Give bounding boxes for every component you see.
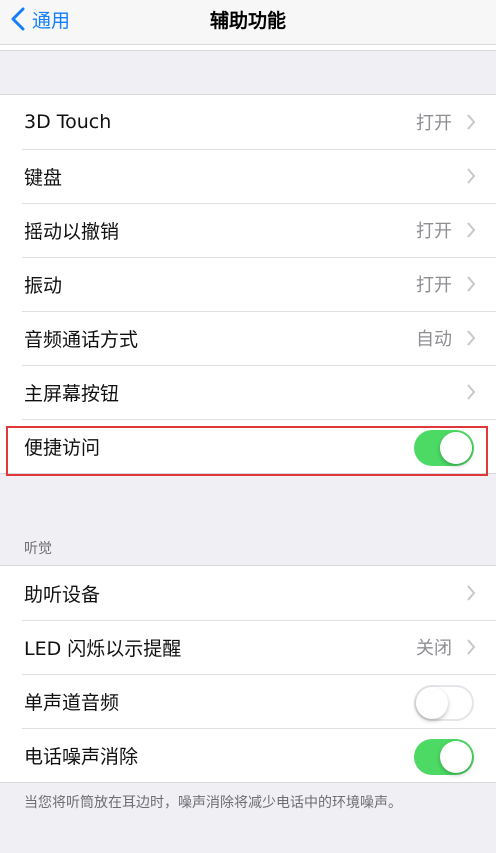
page-title: 辅助功能 [209, 10, 286, 32]
row-shake-to-undo[interactable]: 摇动以撤销 打开 [0, 203, 496, 257]
row-keyboard[interactable]: 键盘 [0, 149, 496, 203]
row-value: 关闭 [416, 638, 452, 659]
highlight-box [6, 426, 488, 476]
noise-cancellation-toggle[interactable] [414, 739, 474, 775]
navigation-bar: 通用 辅助功能 [0, 0, 496, 45]
section-header-hearing: 听觉 [24, 541, 52, 557]
row-value: 自动 [416, 329, 452, 350]
row-noise-cancellation: 电话噪声消除 [0, 728, 496, 782]
footer-note: 当您将听筒放在耳边时，噪声消除将减少电话中的环境噪声。 [24, 795, 402, 811]
chevron-right-icon [467, 585, 476, 601]
chevron-right-icon [467, 639, 476, 655]
row-value: 打开 [416, 221, 452, 242]
mono-audio-toggle[interactable] [414, 685, 474, 721]
row-led-flash[interactable]: LED 闪烁以示提醒 关闭 [0, 620, 496, 674]
chevron-right-icon [467, 114, 476, 130]
row-label: 助听设备 [24, 583, 101, 606]
chevron-right-icon [467, 168, 476, 184]
toggle-knob [416, 687, 448, 719]
row-label: 振动 [24, 274, 63, 297]
row-label: 电话噪声消除 [24, 745, 139, 768]
accessibility-settings-group: 3D Touch 打开 键盘 摇动以撤销 打开 振动 打开 音频通话方式 自动 … [0, 94, 496, 474]
hearing-settings-group: 助听设备 LED 闪烁以示提醒 关闭 单声道音频 电话噪声消除 [0, 565, 496, 783]
row-vibration[interactable]: 振动 打开 [0, 257, 496, 311]
chevron-right-icon [467, 276, 476, 292]
row-label: LED 闪烁以示提醒 [24, 637, 182, 660]
chevron-right-icon [467, 330, 476, 346]
row-label: 主屏幕按钮 [24, 382, 120, 405]
row-label: 3D Touch [24, 111, 112, 133]
row-label: 单声道音频 [24, 691, 120, 714]
row-home-button[interactable]: 主屏幕按钮 [0, 365, 496, 419]
toggle-knob [440, 741, 472, 773]
chevron-right-icon [467, 222, 476, 238]
row-value: 打开 [416, 275, 452, 296]
row-value: 打开 [416, 113, 452, 134]
row-label: 音频通话方式 [24, 328, 139, 351]
row-mono-audio: 单声道音频 [0, 674, 496, 728]
chevron-right-icon [467, 384, 476, 400]
row-3d-touch[interactable]: 3D Touch 打开 [0, 95, 496, 149]
top-strip [0, 45, 496, 51]
row-label: 键盘 [24, 166, 63, 189]
row-hearing-devices[interactable]: 助听设备 [0, 566, 496, 620]
row-label: 摇动以撤销 [24, 220, 120, 243]
row-call-audio-routing[interactable]: 音频通话方式 自动 [0, 311, 496, 365]
